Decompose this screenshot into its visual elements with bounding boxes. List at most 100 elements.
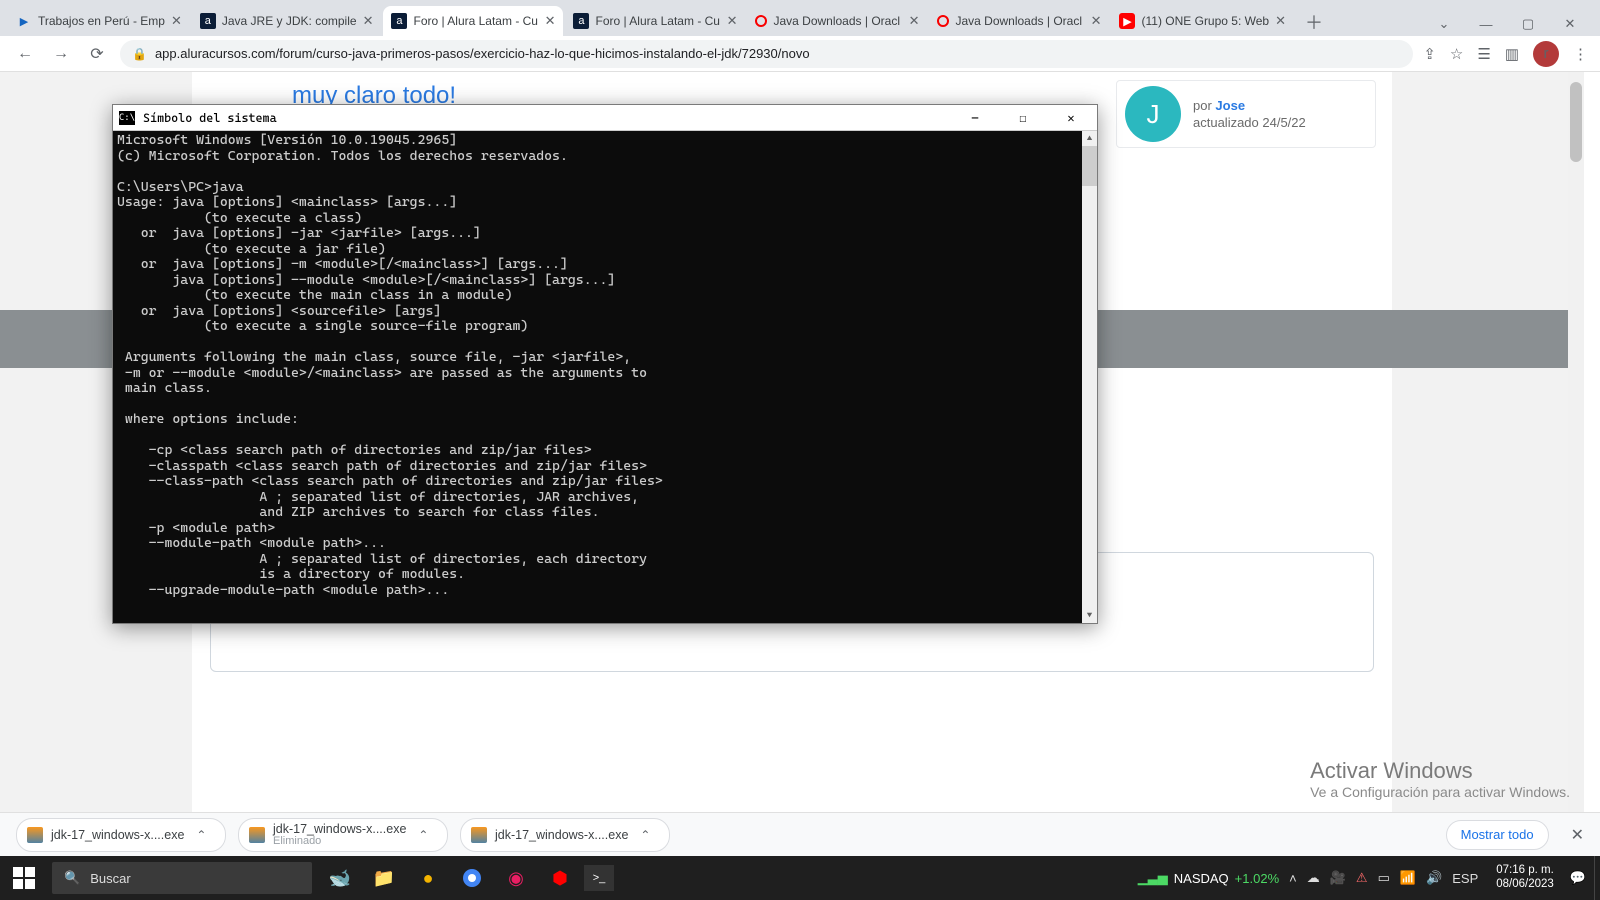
stock-name: NASDAQ <box>1174 871 1229 886</box>
browser-tabstrip: ▶ Trabajos en Perú - Emp ✕ a Java JRE y … <box>0 0 1600 36</box>
tray-volume-icon[interactable]: 🔊 <box>1426 870 1442 886</box>
window-minimize-icon[interactable]: — <box>1468 12 1504 36</box>
author-meta: por Jose actualizado 24/5/22 <box>1193 98 1306 130</box>
lock-icon: 🔒 <box>132 47 147 61</box>
taskbar-search[interactable]: 🔍 Buscar <box>52 862 312 894</box>
tab-title: Foro | Alura Latam - Cu <box>413 14 538 28</box>
cmd-output[interactable]: Microsoft Windows [Versión 10.0.19045.29… <box>113 131 1082 623</box>
download-status: Eliminado <box>273 836 406 847</box>
favicon <box>755 15 767 27</box>
tab-6[interactable]: ▶ (11) ONE Grupo 5: Web ✕ <box>1111 6 1294 36</box>
close-icon[interactable]: ✕ <box>363 13 374 29</box>
menu-icon[interactable]: ⋮ <box>1573 45 1588 63</box>
cmd-minimize-button[interactable]: — <box>955 105 995 131</box>
forward-button[interactable]: → <box>48 41 74 67</box>
close-icon[interactable]: ✕ <box>727 13 738 29</box>
tray-chevron-icon[interactable]: ˄ <box>1289 871 1297 886</box>
start-button[interactable] <box>0 856 48 900</box>
tray-language[interactable]: ESP <box>1452 871 1478 886</box>
scroll-down-icon[interactable]: ▼ <box>1082 608 1097 623</box>
extensions-icon[interactable]: ▥ <box>1505 45 1519 63</box>
scrollbar-thumb[interactable] <box>1570 82 1582 162</box>
browser-toolbar: ← → ⟳ 🔒 app.aluracursos.com/forum/curso-… <box>0 36 1600 72</box>
download-item[interactable]: jdk-17_windows-x....exe Eliminado ⌃ <box>238 818 448 852</box>
chevron-up-icon[interactable]: ⌃ <box>418 828 428 842</box>
search-icon: 🔍 <box>64 870 80 886</box>
tab-5[interactable]: Java Downloads | Oracl ✕ <box>929 6 1109 36</box>
bookmark-icon[interactable]: ☆ <box>1450 45 1463 63</box>
downloads-shelf: jdk-17_windows-x....exe ⌃ jdk-17_windows… <box>0 812 1600 856</box>
tray-security-icon[interactable]: ⚠ <box>1356 870 1368 886</box>
chevron-up-icon[interactable]: ⌃ <box>640 828 650 842</box>
close-shelf-button[interactable]: ✕ <box>1571 825 1584 845</box>
tab-2[interactable]: a Foro | Alura Latam - Cu ✕ <box>383 6 563 36</box>
download-item[interactable]: jdk-17_windows-x....exe ⌃ <box>460 818 670 852</box>
cmd-window[interactable]: C:\ Símbolo del sistema — ☐ ✕ Microsoft … <box>112 104 1098 624</box>
taskbar-stock-widget[interactable]: ▁▃▅ NASDAQ +1.02% <box>1138 870 1279 886</box>
author-updated: actualizado 24/5/22 <box>1193 115 1306 130</box>
tray-notifications-icon[interactable]: 💬 <box>1562 870 1594 886</box>
cmd-scrollbar[interactable]: ▲ ▼ <box>1082 131 1097 623</box>
scroll-thumb[interactable] <box>1082 146 1097 186</box>
tray-battery-icon[interactable]: ▭ <box>1378 870 1390 886</box>
close-icon[interactable]: ✕ <box>171 13 182 29</box>
stock-change: +1.02% <box>1235 871 1279 886</box>
favicon: ▶ <box>1119 13 1135 29</box>
profile-avatar[interactable]: r <box>1533 41 1559 67</box>
toolbar-actions: ⇪ ☆ ☰ ▥ r ⋮ <box>1423 41 1588 67</box>
close-icon[interactable]: ✕ <box>1091 13 1102 29</box>
author-by-label: por <box>1193 98 1212 113</box>
window-close-icon[interactable]: ✕ <box>1552 12 1588 36</box>
omnibox[interactable]: 🔒 app.aluracursos.com/forum/curso-java-p… <box>120 40 1413 68</box>
tab-title: Java Downloads | Oracl <box>955 14 1084 28</box>
share-icon[interactable]: ⇪ <box>1423 45 1436 63</box>
reload-button[interactable]: ⟳ <box>84 41 110 67</box>
close-icon[interactable]: ✕ <box>1275 13 1286 29</box>
taskbar-app-acrobat[interactable]: ⬢ <box>540 856 580 900</box>
tab-3[interactable]: a Foro | Alura Latam - Cu ✕ <box>565 6 745 36</box>
chevron-up-icon[interactable]: ⌃ <box>196 828 206 842</box>
taskbar: 🔍 Buscar 🐋 📁 ● ◉ ⬢ >_ ▁▃▅ NASDAQ +1.02% … <box>0 856 1600 900</box>
taskbar-clock[interactable]: 07:16 p. m. 08/06/2023 <box>1488 864 1562 892</box>
taskbar-app-unknown[interactable]: ◉ <box>496 856 536 900</box>
tab-0[interactable]: ▶ Trabajos en Perú - Emp ✕ <box>8 6 190 36</box>
tray-wifi-icon[interactable]: 📶 <box>1400 870 1416 886</box>
new-tab-button[interactable]: ＋ <box>1300 8 1328 36</box>
taskbar-app-chrome-canary[interactable]: ● <box>408 856 448 900</box>
scroll-up-icon[interactable]: ▲ <box>1082 131 1097 146</box>
tab-4[interactable]: Java Downloads | Oracl ✕ <box>747 6 927 36</box>
tray-onedrive-icon[interactable]: ☁ <box>1307 870 1320 886</box>
taskbar-app-cortana[interactable]: 🐋 <box>320 856 360 900</box>
favicon: ▶ <box>16 13 32 29</box>
scroll-track[interactable] <box>1082 146 1097 608</box>
tray-meet-now-icon[interactable]: 🎥 <box>1330 870 1346 886</box>
tab-search-icon[interactable]: ⌄ <box>1426 12 1462 36</box>
taskbar-app-explorer[interactable]: 📁 <box>364 856 404 900</box>
download-info: jdk-17_windows-x....exe Eliminado <box>273 822 406 847</box>
author-name-link[interactable]: Jose <box>1215 98 1245 113</box>
close-icon[interactable]: ✕ <box>909 13 920 29</box>
cmd-titlebar[interactable]: C:\ Símbolo del sistema — ☐ ✕ <box>113 105 1097 131</box>
tab-1[interactable]: a Java JRE y JDK: compile ✕ <box>192 6 382 36</box>
download-filename: jdk-17_windows-x....exe <box>51 828 184 842</box>
java-icon <box>471 827 487 843</box>
cmd-close-button[interactable]: ✕ <box>1051 105 1091 131</box>
show-all-downloads-button[interactable]: Mostrar todo <box>1446 820 1549 850</box>
favicon: a <box>200 13 216 29</box>
taskbar-app-cmd[interactable]: >_ <box>584 865 614 891</box>
favicon <box>937 15 949 27</box>
reading-list-icon[interactable]: ☰ <box>1477 45 1490 63</box>
page-scrollbar[interactable] <box>1568 72 1584 814</box>
show-desktop-button[interactable] <box>1594 856 1600 900</box>
tab-title: Trabajos en Perú - Emp <box>38 14 165 28</box>
tab-title: Foro | Alura Latam - Cu <box>595 14 720 28</box>
tab-title: Java JRE y JDK: compile <box>222 14 357 28</box>
cmd-maximize-button[interactable]: ☐ <box>1003 105 1043 131</box>
taskbar-app-chrome[interactable] <box>452 856 492 900</box>
back-button[interactable]: ← <box>12 41 38 67</box>
download-item[interactable]: jdk-17_windows-x....exe ⌃ <box>16 818 226 852</box>
window-maximize-icon[interactable]: ▢ <box>1510 12 1546 36</box>
cmd-icon: C:\ <box>119 111 135 125</box>
watermark-subtitle: Ve a Configuración para activar Windows. <box>1310 784 1570 800</box>
close-icon[interactable]: ✕ <box>545 13 556 29</box>
